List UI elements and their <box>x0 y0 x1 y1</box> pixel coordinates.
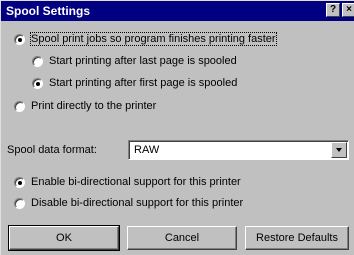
bidi-disable-radio[interactable] <box>14 197 25 209</box>
start-after-last-radio[interactable] <box>32 55 43 67</box>
spool-format-label: Spool data format: <box>7 144 97 156</box>
chevron-down-icon[interactable] <box>331 142 347 158</box>
close-button[interactable]: × <box>342 3 354 17</box>
spool-format-value: RAW <box>134 144 160 156</box>
start-after-first-radio[interactable] <box>32 77 43 89</box>
bidi-disable-option[interactable]: Disable bi-directional support for this … <box>14 195 243 211</box>
start-after-last-label: Start printing after last page is spoole… <box>49 55 237 67</box>
help-button[interactable]: ? <box>326 3 340 17</box>
bidi-enable-option[interactable]: Enable bi-directional support for this p… <box>14 174 241 190</box>
bidi-enable-radio[interactable] <box>14 176 25 188</box>
help-icon: ? <box>329 4 337 15</box>
spool-jobs-radio[interactable] <box>14 33 25 45</box>
cancel-button-label: Cancel <box>164 232 200 244</box>
spool-jobs-option[interactable]: Spool print jobs so program finishes pri… <box>14 31 277 47</box>
print-direct-label: Print directly to the printer <box>31 100 157 112</box>
bidi-disable-label: Disable bi-directional support for this … <box>31 197 244 209</box>
close-icon: × <box>346 4 352 15</box>
start-after-last-option[interactable]: Start printing after last page is spoole… <box>32 53 237 69</box>
spool-settings-dialog: Spool Settings ? × Spool print jobs so p… <box>0 0 354 255</box>
start-after-first-label: Start printing after first page is spool… <box>49 77 238 89</box>
start-after-first-option[interactable]: Start printing after first page is spool… <box>32 75 237 91</box>
restore-defaults-label: Restore Defaults <box>256 232 338 244</box>
ok-button[interactable]: OK <box>8 225 120 251</box>
restore-defaults-button[interactable]: Restore Defaults <box>245 226 349 250</box>
print-direct-option[interactable]: Print directly to the printer <box>14 98 156 114</box>
title-bar: Spool Settings ? × <box>1 1 354 21</box>
ok-button-label: OK <box>56 232 72 244</box>
cancel-button[interactable]: Cancel <box>127 226 237 250</box>
spool-jobs-label: Spool print jobs so program finishes pri… <box>30 32 277 46</box>
spool-format-select[interactable]: RAW <box>128 140 349 160</box>
dialog-title: Spool Settings <box>6 4 90 18</box>
bidi-enable-label: Enable bi-directional support for this p… <box>31 176 241 188</box>
print-direct-radio[interactable] <box>14 100 25 112</box>
